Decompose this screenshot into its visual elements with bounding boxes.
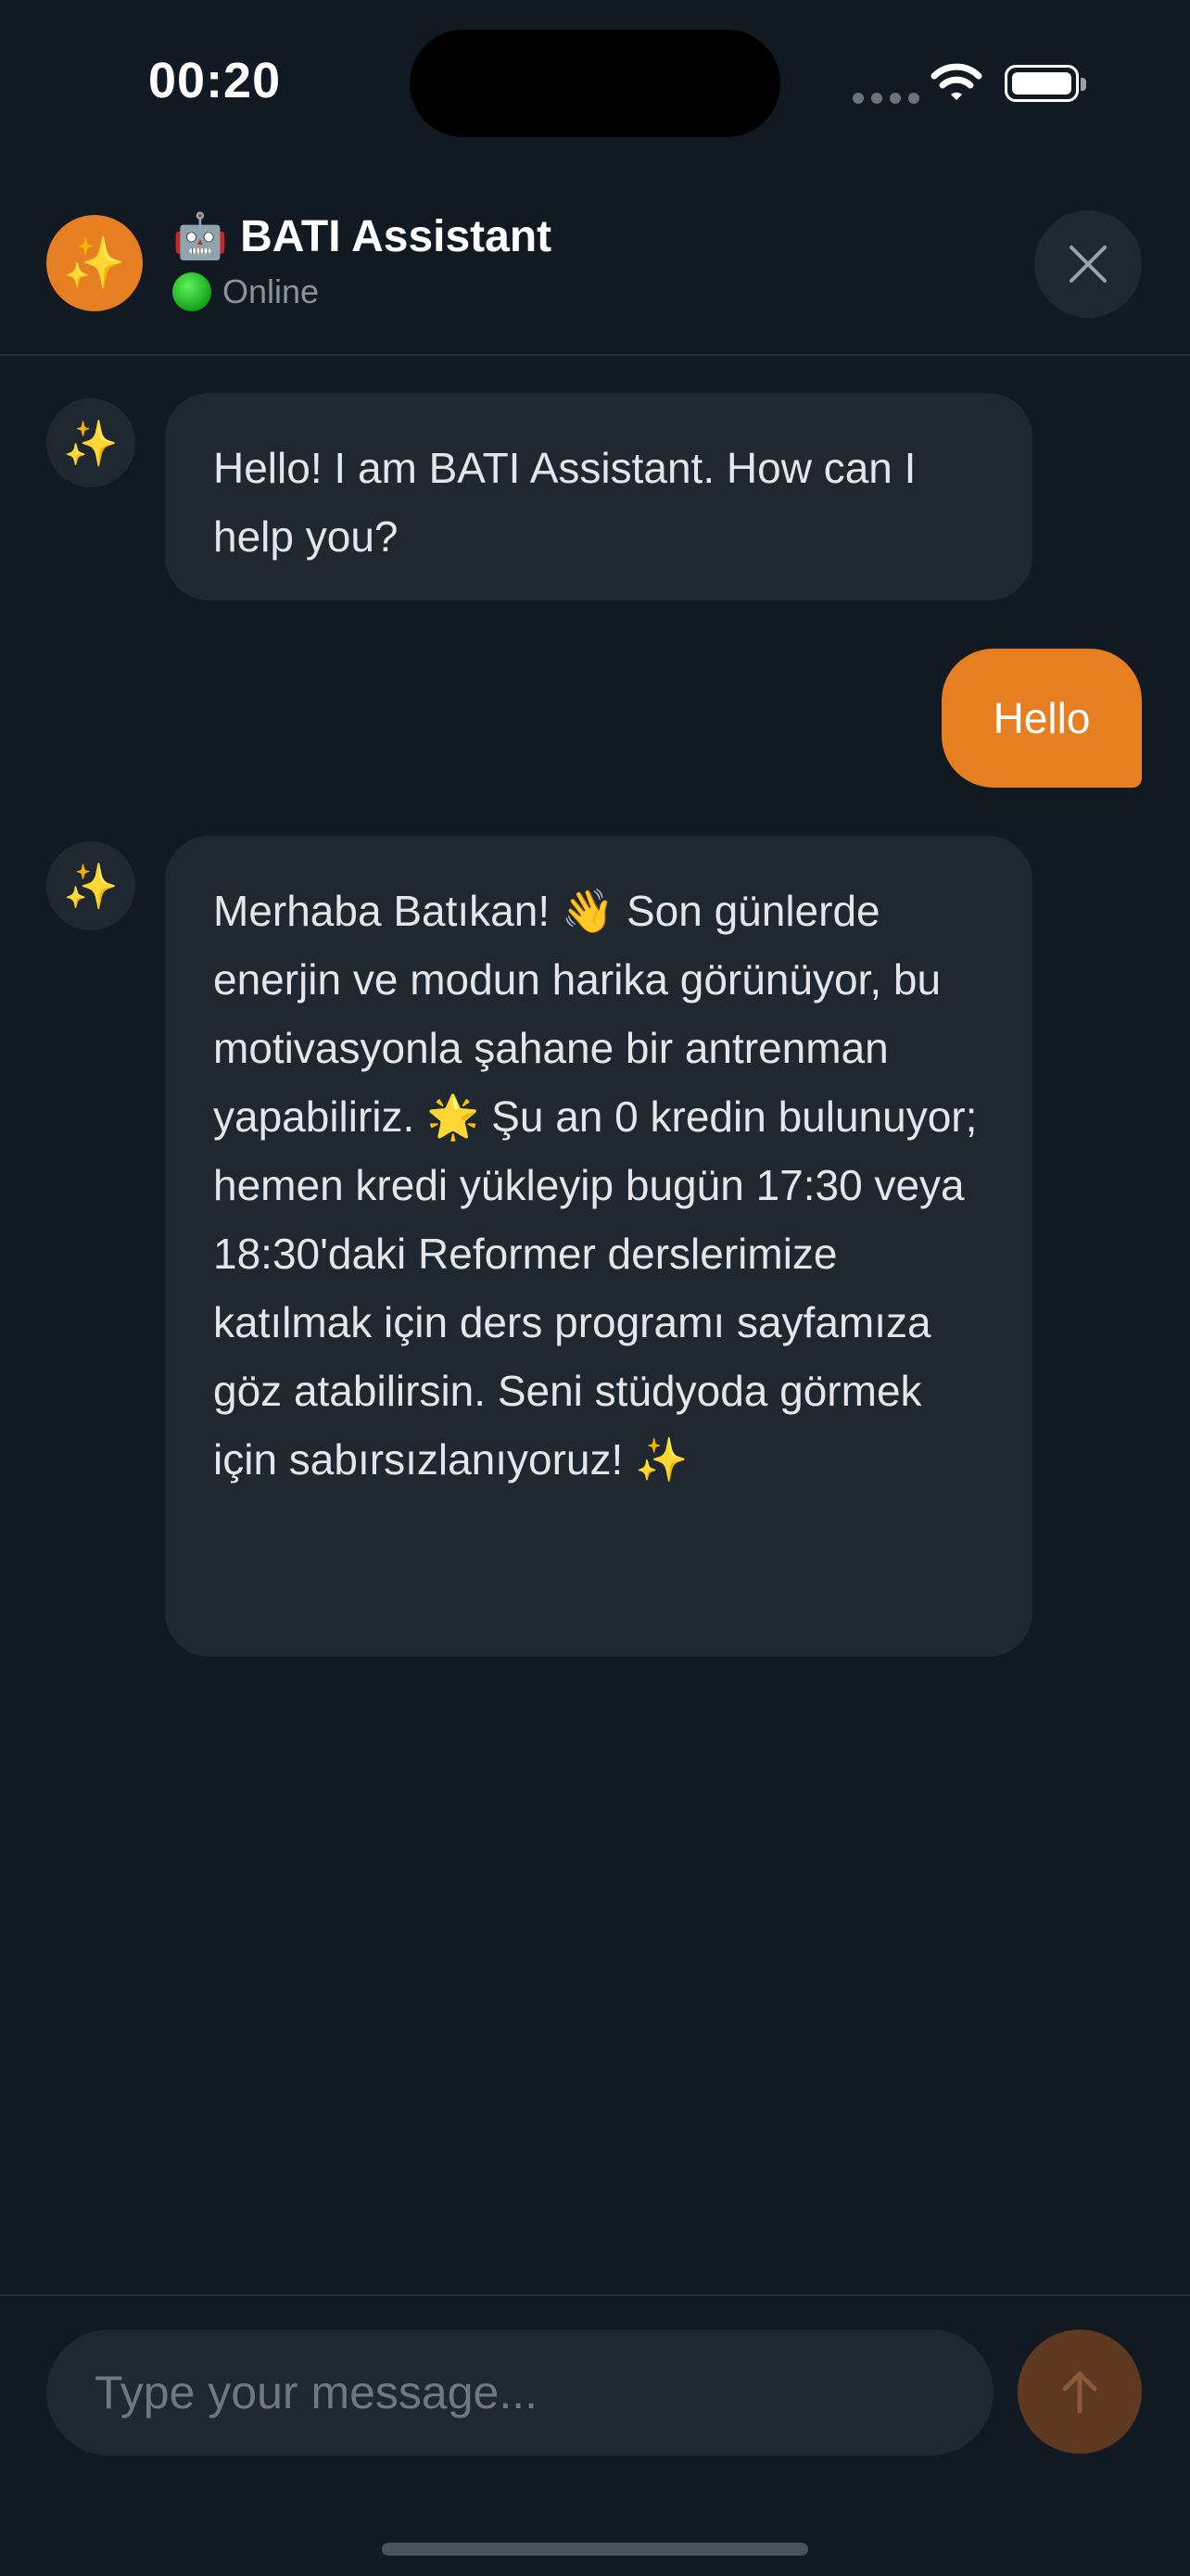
status-label: Online (222, 272, 320, 310)
sparkles-icon: ✨ (63, 862, 119, 912)
sparkles-icon: ✨ (63, 234, 126, 291)
message-text: Hello (993, 694, 1091, 742)
bot-message-bubble: Merhaba Batıkan! 👋 Son günlerde enerjin … (165, 836, 1032, 1657)
assistant-avatar: ✨ (46, 215, 143, 311)
cellular-signal-icon (853, 93, 919, 104)
sparkles-icon: ✨ (63, 419, 119, 469)
bot-message-avatar: ✨ (46, 841, 135, 930)
user-message-bubble: Hello (942, 649, 1142, 788)
message-text: Merhaba Batıkan! 👋 Son günlerde enerjin … (213, 887, 978, 1484)
status-time: 00:20 (148, 53, 282, 108)
arrow-up-icon (1062, 2371, 1097, 2414)
close-button[interactable] (1034, 210, 1142, 318)
wifi-icon (930, 61, 982, 107)
dynamic-island (410, 30, 780, 137)
status-bar: 00:20 (0, 0, 1190, 167)
send-button[interactable] (1018, 2330, 1142, 2454)
close-icon (1070, 246, 1107, 283)
bot-message-bubble: Hello! I am BATI Assistant. How can I he… (165, 393, 1032, 600)
online-dot-icon (172, 272, 211, 311)
bot-message-avatar: ✨ (46, 398, 135, 487)
message-text: Hello! I am BATI Assistant. How can I he… (213, 444, 917, 561)
message-composer (0, 2294, 1190, 2576)
home-indicator (382, 2543, 808, 2556)
battery-icon (1005, 65, 1086, 102)
online-status: Online (172, 272, 319, 311)
chat-title: 🤖 BATI Assistant (172, 212, 552, 261)
chat-header: ✨ 🤖 BATI Assistant Online (0, 195, 1190, 356)
message-input[interactable] (46, 2330, 994, 2456)
